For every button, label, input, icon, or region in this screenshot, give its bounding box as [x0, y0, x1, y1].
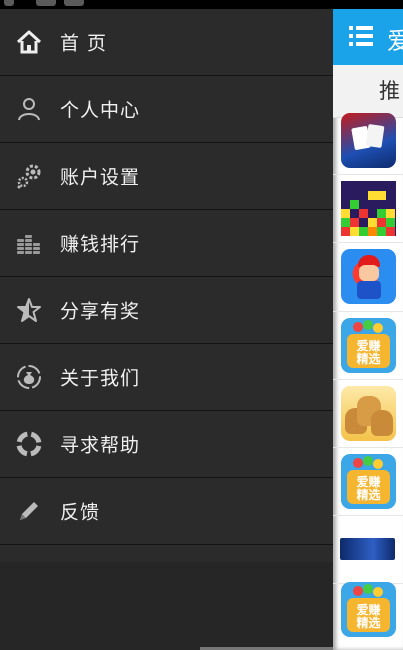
app-header: 爱 — [333, 9, 403, 65]
mario-app-icon — [341, 249, 396, 304]
coins-stack-icon — [16, 230, 42, 256]
menu-item-label: 反馈 — [60, 501, 101, 524]
lifebuoy-icon — [16, 431, 42, 457]
menu-item-label: 关于我们 — [60, 367, 141, 390]
menu-item-profile[interactable]: 个人中心 — [0, 76, 333, 143]
list-item[interactable] — [333, 516, 403, 584]
tab-bar: 推 — [333, 65, 403, 118]
list-item[interactable] — [333, 380, 403, 448]
poker-app-icon — [341, 113, 396, 168]
status-icon — [64, 0, 84, 6]
status-icon — [36, 0, 56, 6]
app-title: 爱 — [387, 27, 403, 55]
money-bag-icon — [16, 364, 42, 390]
main-content: 爱 推 爱赚 精选 爱赚 精选 爱赚 精选 — [333, 9, 403, 650]
aizhuan-jingxuan-icon: 爱赚 精选 — [341, 318, 396, 373]
menu-item-label: 首 页 — [60, 32, 108, 55]
tab-recommend[interactable]: 推 — [379, 75, 400, 105]
menu-item-about-us[interactable]: 关于我们 — [0, 344, 333, 411]
menu-item-feedback[interactable]: 反馈 — [0, 478, 333, 545]
menu-item-label: 个人中心 — [60, 99, 141, 122]
tetris-app-icon — [341, 181, 396, 236]
menu-item-help[interactable]: 寻求帮助 — [0, 411, 333, 478]
status-icon — [4, 0, 14, 6]
list-item[interactable] — [333, 243, 403, 312]
menu-item-home[interactable]: 首 页 — [0, 9, 333, 76]
list-item[interactable] — [333, 113, 403, 175]
banner-ad-icon — [340, 538, 395, 560]
menu-item-share-reward[interactable]: 分享有奖 — [0, 277, 333, 344]
menu-item-label: 分享有奖 — [60, 300, 141, 323]
badge-text: 精选 — [356, 488, 381, 502]
home-icon — [16, 29, 42, 55]
list-item[interactable]: 爱赚 精选 — [333, 312, 403, 380]
menu-item-earning-rank[interactable]: 赚钱排行 — [0, 210, 333, 277]
badge-text: 精选 — [356, 616, 381, 630]
star-icon — [16, 297, 42, 323]
list-item[interactable] — [333, 175, 403, 243]
list-item[interactable]: 爱赚 精选 — [333, 582, 403, 650]
list-item[interactable]: 爱赚 精选 — [333, 448, 403, 516]
aizhuan-jingxuan-icon: 爱赚 精选 — [341, 582, 396, 637]
pencil-icon — [16, 498, 42, 524]
menu-item-label: 寻求帮助 — [60, 434, 141, 457]
navigation-drawer: 首 页 个人中心 账户设置 赚钱排行 分享有奖 关于我们 寻求帮助 反馈 — [0, 9, 333, 650]
menu-item-account-settings[interactable]: 账户设置 — [0, 143, 333, 210]
money-bags-app-icon — [341, 386, 396, 441]
menu-item-label: 账户设置 — [60, 166, 141, 189]
badge-text: 精选 — [356, 352, 381, 366]
gear-icon — [16, 163, 42, 189]
drawer-empty-area — [0, 562, 333, 650]
status-bar — [0, 0, 403, 9]
menu-item-label: 赚钱排行 — [60, 233, 141, 256]
menu-list-icon[interactable] — [349, 25, 373, 47]
user-icon — [16, 96, 42, 122]
aizhuan-jingxuan-icon: 爱赚 精选 — [341, 454, 396, 509]
